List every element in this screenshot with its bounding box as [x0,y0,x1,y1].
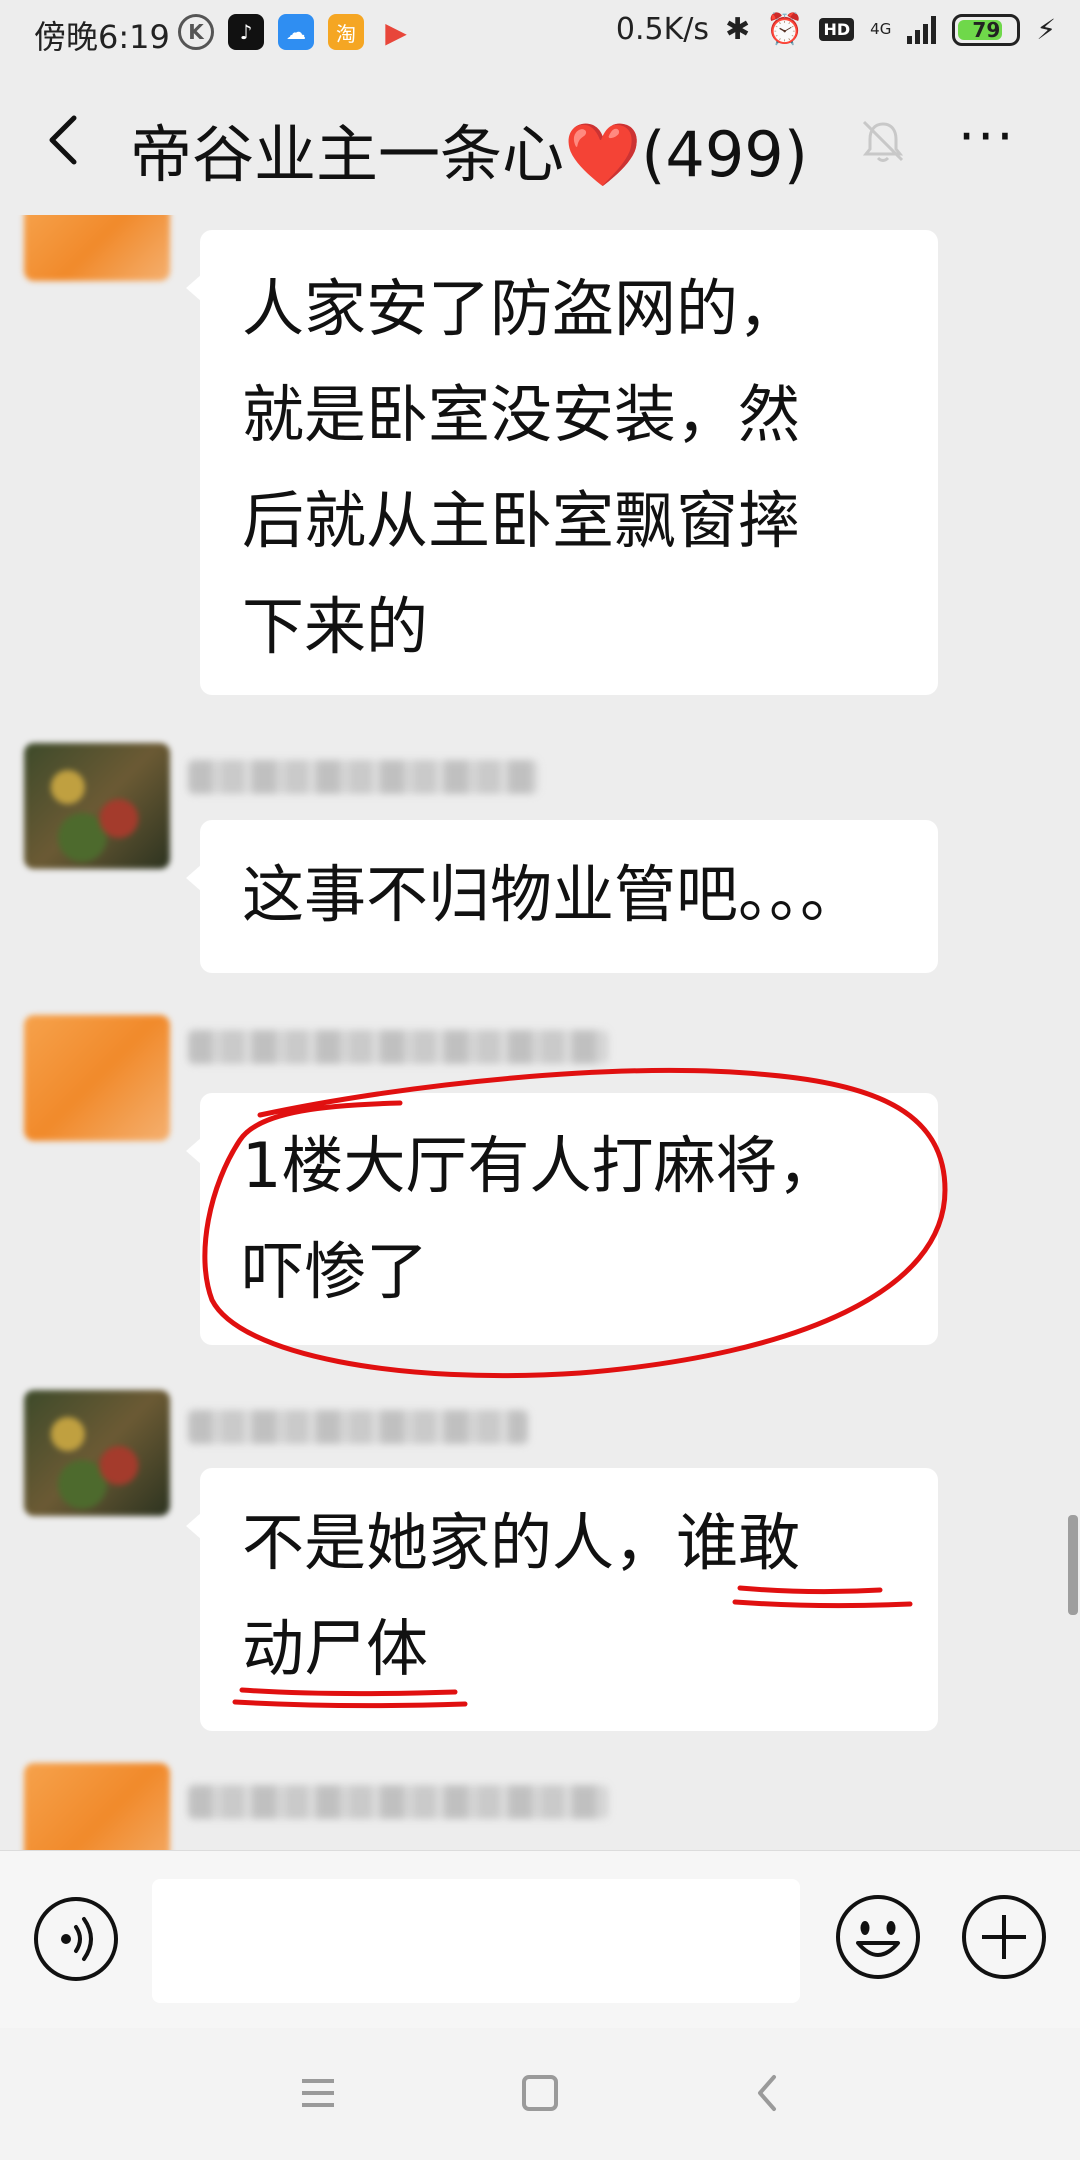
alarm-icon: ⏰ [766,12,804,47]
more-button[interactable]: ··· [958,110,1022,172]
message-list[interactable]: 人家安了防盗网的， 就是卧室没安装，然 后就从主卧室飘窗摔 下来的 这事不归物业… [0,215,1080,1850]
message-line: 这事不归物业管吧。。。 [242,858,863,931]
hd-badge: HD [819,18,855,41]
avatar[interactable] [24,743,170,869]
chat-screen: 傍晚6:19 K ♪ ☁ 淘 ▶ 0.5K/s ✱ ⏰ HD 4G 79 ⚡ 帝… [0,0,1080,2160]
avatar[interactable] [24,215,170,281]
cloud-icon: ☁ [278,14,314,50]
message-line: 下来的 [242,590,429,663]
chat-header: 帝谷业主一条心❤️(499) ··· [0,70,1080,220]
status-time: 傍晚6:19 [34,18,170,56]
chat-title[interactable]: 帝谷业主一条心❤️(499) [130,104,808,194]
notification-icons: K ♪ ☁ 淘 ▶ [178,14,414,50]
bell-off-icon [862,120,904,162]
scrollbar-thumb[interactable] [1068,1515,1078,1615]
charging-icon: ⚡ [1036,13,1056,46]
net-speed: 0.5K/s [615,12,709,47]
message-input[interactable] [152,1879,800,2003]
emoji-icon[interactable] [834,1893,922,1981]
sender-name [188,760,538,794]
voice-icon[interactable] [34,1897,118,1981]
message-line: 后就从主卧室飘窗摔 [242,484,801,557]
bluetooth-icon: ✱ [724,12,751,47]
message-line: 动尸体 [242,1612,429,1685]
message-line: 不是她家的人，谁敢 [242,1506,801,1579]
sender-name [188,1030,608,1064]
network-type: 4G [870,20,892,38]
sender-name [188,1410,528,1444]
taobao-icon: 淘 [328,14,364,50]
message-line: 人家安了防盗网的， [242,272,801,345]
play-icon: ▶ [385,15,407,49]
battery-icon: 79 [952,13,1021,46]
message-line: 吓惨了 [242,1235,429,1308]
home-icon[interactable] [510,2068,570,2118]
status-indicators: 0.5K/s ✱ ⏰ HD 4G 79 ⚡ [616,12,1056,47]
message-line: 就是卧室没安装，然 [242,378,801,451]
avatar[interactable] [24,1390,170,1516]
status-bar: 傍晚6:19 K ♪ ☁ 淘 ▶ 0.5K/s ✱ ⏰ HD 4G 79 ⚡ [0,0,1080,68]
message-bubble[interactable]: 这事不归物业管吧。。。 [186,820,938,973]
message-bubble[interactable]: 不是她家的人，谁敢 动尸体 [186,1468,938,1731]
tiktok-icon: ♪ [228,14,264,50]
back-icon[interactable] [738,2068,798,2118]
message-bubble[interactable]: 1楼大厅有人打麻将， 吓惨了 [186,1093,938,1345]
message-bubble[interactable]: 人家安了防盗网的， 就是卧室没安装，然 后就从主卧室飘窗摔 下来的 [186,230,938,695]
signal-icon [907,15,937,44]
battery-level: 79 [972,17,1001,42]
message-line: 1楼大厅有人打麻将， [242,1129,840,1202]
avatar[interactable] [24,1015,170,1141]
plus-icon[interactable] [960,1893,1048,1981]
avatar[interactable] [24,1763,170,1850]
sender-name [188,1785,608,1819]
k-icon: K [178,14,214,50]
chevron-left-icon[interactable] [36,110,96,170]
system-nav-bar [0,2028,1080,2160]
input-bar [0,1850,1080,2028]
menu-icon[interactable] [288,2068,348,2118]
